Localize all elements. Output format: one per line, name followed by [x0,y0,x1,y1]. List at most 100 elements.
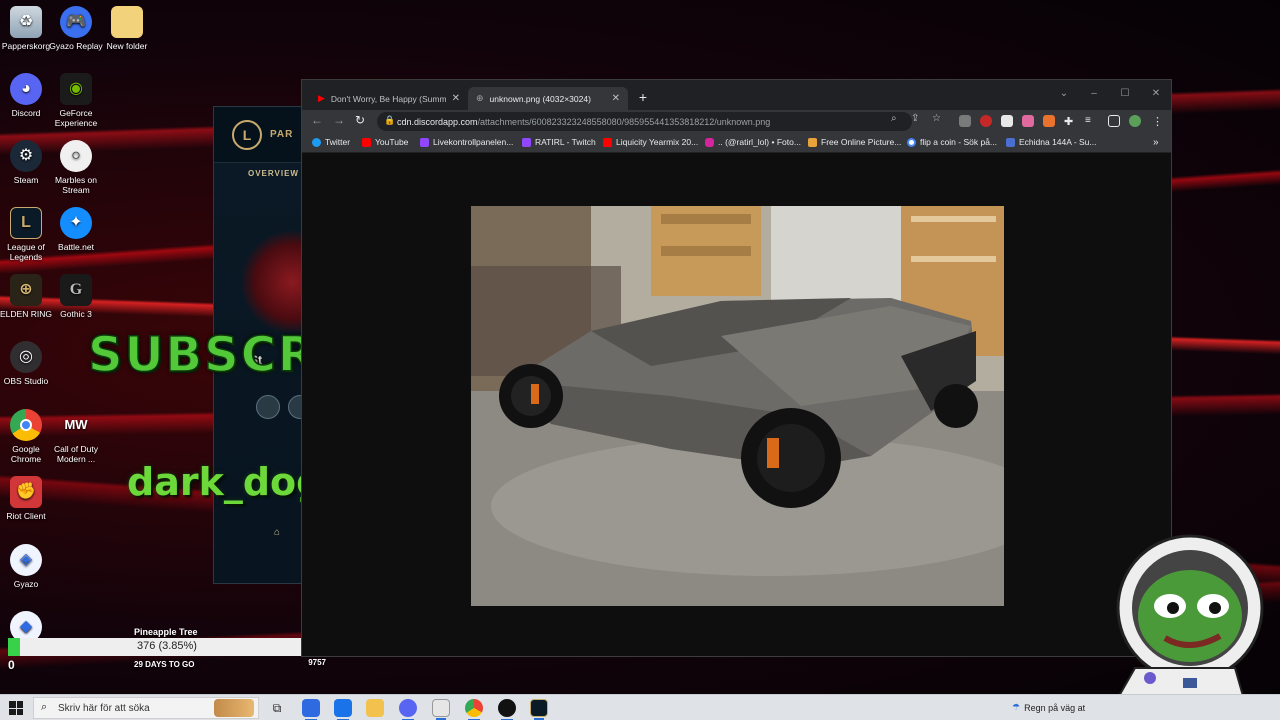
youtube-icon: ▶ [318,93,325,103]
maximize-icon[interactable]: ☐ [1111,84,1139,104]
browser-tab-youtube[interactable]: ▶ Don't Worry, Be Happy (Summer ✕ [310,87,468,110]
reload-icon[interactable]: ↻ [351,113,369,127]
desktop-icon-label: League of Legends [7,242,45,262]
nvidia-icon: ◉ [60,73,92,105]
goal-min-value: 0 [8,658,15,672]
desktop-icon-label: Riot Client [6,511,46,521]
tab-close-icon[interactable]: ✕ [612,93,620,104]
bookmark-item[interactable]: Echidna 144A - Su... [1006,137,1097,147]
car-photo-drawing [471,206,1004,606]
bookmark-label: Twitter [325,137,351,147]
desktop-icon-label: Papperskorg [1,41,51,51]
google-icon [907,137,916,147]
league-rune-icon[interactable] [256,395,280,419]
desktop-icon-gyazo[interactable]: ◈ Gyazo [0,544,54,589]
search-highlight-image[interactable] [214,699,254,717]
task-view-icon[interactable]: ⧉ [268,699,286,717]
desktop-icon-riot[interactable]: ✊ Riot Client [0,476,54,521]
desktop-icon-battlenet[interactable]: ✦ Battle.net [48,207,104,252]
bookmark-label: flip a coin - Sök på... [920,137,998,147]
gamepad-icon: 🎮 [60,6,92,38]
league-logo-icon[interactable]: L [232,119,262,150]
discord-taskbar-icon[interactable] [399,699,417,720]
extension-icon[interactable] [1001,115,1013,127]
bookmark-item[interactable]: Liquicity Yearmix 20... [603,137,698,147]
bookmark-star-icon[interactable]: ☆ [932,113,941,124]
bookmarks-overflow-icon[interactable]: » [1153,137,1159,148]
app-taskbar-icon[interactable] [432,699,450,720]
desktop-icon-recycle-bin[interactable]: ♻ Papperskorg [0,6,54,51]
desktop-icon-obs[interactable]: ◎ OBS Studio [0,341,54,386]
battlenet-icon: ✦ [60,207,92,239]
youtube-icon [603,137,612,147]
desktop-icon-gyazo-replay[interactable]: 🎮 Gyazo Replay [48,6,104,51]
picture-icon [808,137,817,147]
obs-taskbar-icon[interactable] [498,699,516,720]
browser-tab-image[interactable]: ⊕ unknown.png (4032×3024) ✕ [468,87,628,110]
new-tab-button[interactable]: + [634,88,652,106]
address-bar[interactable]: 🔒 cdn.discordapp.com/attachments/6008233… [377,112,912,131]
obs-icon: ◎ [10,341,42,373]
desktop-icon-label: ELDEN RING [0,309,52,319]
bookmark-label: Free Online Picture... [821,137,902,147]
youtube-icon [362,137,371,147]
bookmark-item[interactable]: Twitter [312,137,350,147]
taskbar-weather[interactable]: ☂ Regn på väg at [1012,702,1085,713]
extension-icon[interactable] [980,115,992,127]
kebab-menu-icon[interactable]: ⋮ [1152,115,1164,128]
chrome-browser-window[interactable]: ▶ Don't Worry, Be Happy (Summer ✕ ⊕ unkn… [301,79,1172,657]
desktop-icon-label: Gyazo Replay [49,41,103,51]
goal-max-value: 9757 [308,658,326,667]
zoom-icon[interactable]: ⌕ [891,113,897,124]
desktop-icon-gothic[interactable]: G Gothic 3 [48,274,104,319]
desktop-icon-league[interactable]: L League of Legends [0,207,54,262]
close-window-icon[interactable]: ✕ [1142,84,1170,104]
back-arrow-icon[interactable]: ← [308,113,326,127]
bookmark-item[interactable]: flip a coin - Sök på... [907,137,997,147]
league-overview-tab[interactable]: OVERVIEW [248,169,299,178]
twitter-icon [312,137,321,147]
share-icon[interactable]: ⇪ [911,113,919,124]
desktop-icon-new-folder[interactable]: New folder [99,6,155,51]
bookmark-item[interactable]: RATIRL - Twitch [522,137,596,147]
puzzle-icon[interactable]: ✚ [1064,115,1076,128]
desktop-icon-geforce[interactable]: ◉ GeForce Experience [48,73,104,128]
windows-start-icon[interactable] [9,701,23,715]
pepe-astronaut-sticker [1095,528,1275,713]
desktop-icon-cod[interactable]: MW Call of Duty Modern ... [48,409,104,464]
tab-search-icon[interactable]: ⌄ [1050,84,1078,104]
league-tab-party[interactable]: PAR [270,129,293,140]
discord-icon: ◕ [10,73,42,105]
desktop-icon-label: Gothic 3 [60,309,92,319]
playlist-icon[interactable]: ≡ [1085,115,1097,127]
bookmark-item[interactable]: Livekontrollpanelen... [420,137,513,147]
tab-close-icon[interactable]: ✕ [452,93,460,104]
league-icon: L [10,207,42,239]
desktop-icon-elden-ring[interactable]: ⊕ ELDEN RING [0,274,54,319]
extension-icon[interactable] [1043,115,1055,127]
desktop-icon-discord[interactable]: ◕ Discord [0,73,54,118]
desktop-icon-marbles[interactable]: ○ Marbles on Stream [48,140,104,195]
bookmark-item[interactable]: .. (@ratirl_lol) • Foto... [705,137,801,147]
bookmark-item[interactable]: YouTube [362,137,408,147]
globe-icon: ⊕ [476,93,484,103]
desktop-icon-label: GeForce Experience [54,108,98,128]
chrome-taskbar-icon[interactable] [465,699,483,720]
gyazo-taskbar-icon[interactable] [302,699,320,720]
league-taskbar-icon[interactable] [530,699,548,720]
file-explorer-icon[interactable] [366,699,384,717]
app-taskbar-icon[interactable] [334,699,352,720]
desktop-icon-steam[interactable]: ⚙ Steam [0,140,54,185]
desktop-icon-label: Steam [13,175,39,185]
goal-title: Pineapple Tree [134,627,198,637]
desktop-icon-chrome[interactable]: Google Chrome [0,409,54,464]
sidepanel-icon[interactable] [1108,115,1120,127]
extension-icon[interactable] [1022,115,1034,127]
minimize-icon[interactable]: – [1080,84,1108,104]
bookmark-item[interactable]: Free Online Picture... [808,137,901,147]
bookmarks-bar: Twitter YouTube Livekontrollpanelen... R… [302,133,1171,153]
forward-arrow-icon[interactable]: → [330,113,348,127]
search-icon: ⌕ [41,701,48,713]
extension-icon[interactable] [959,115,971,127]
profile-avatar[interactable] [1129,115,1141,127]
